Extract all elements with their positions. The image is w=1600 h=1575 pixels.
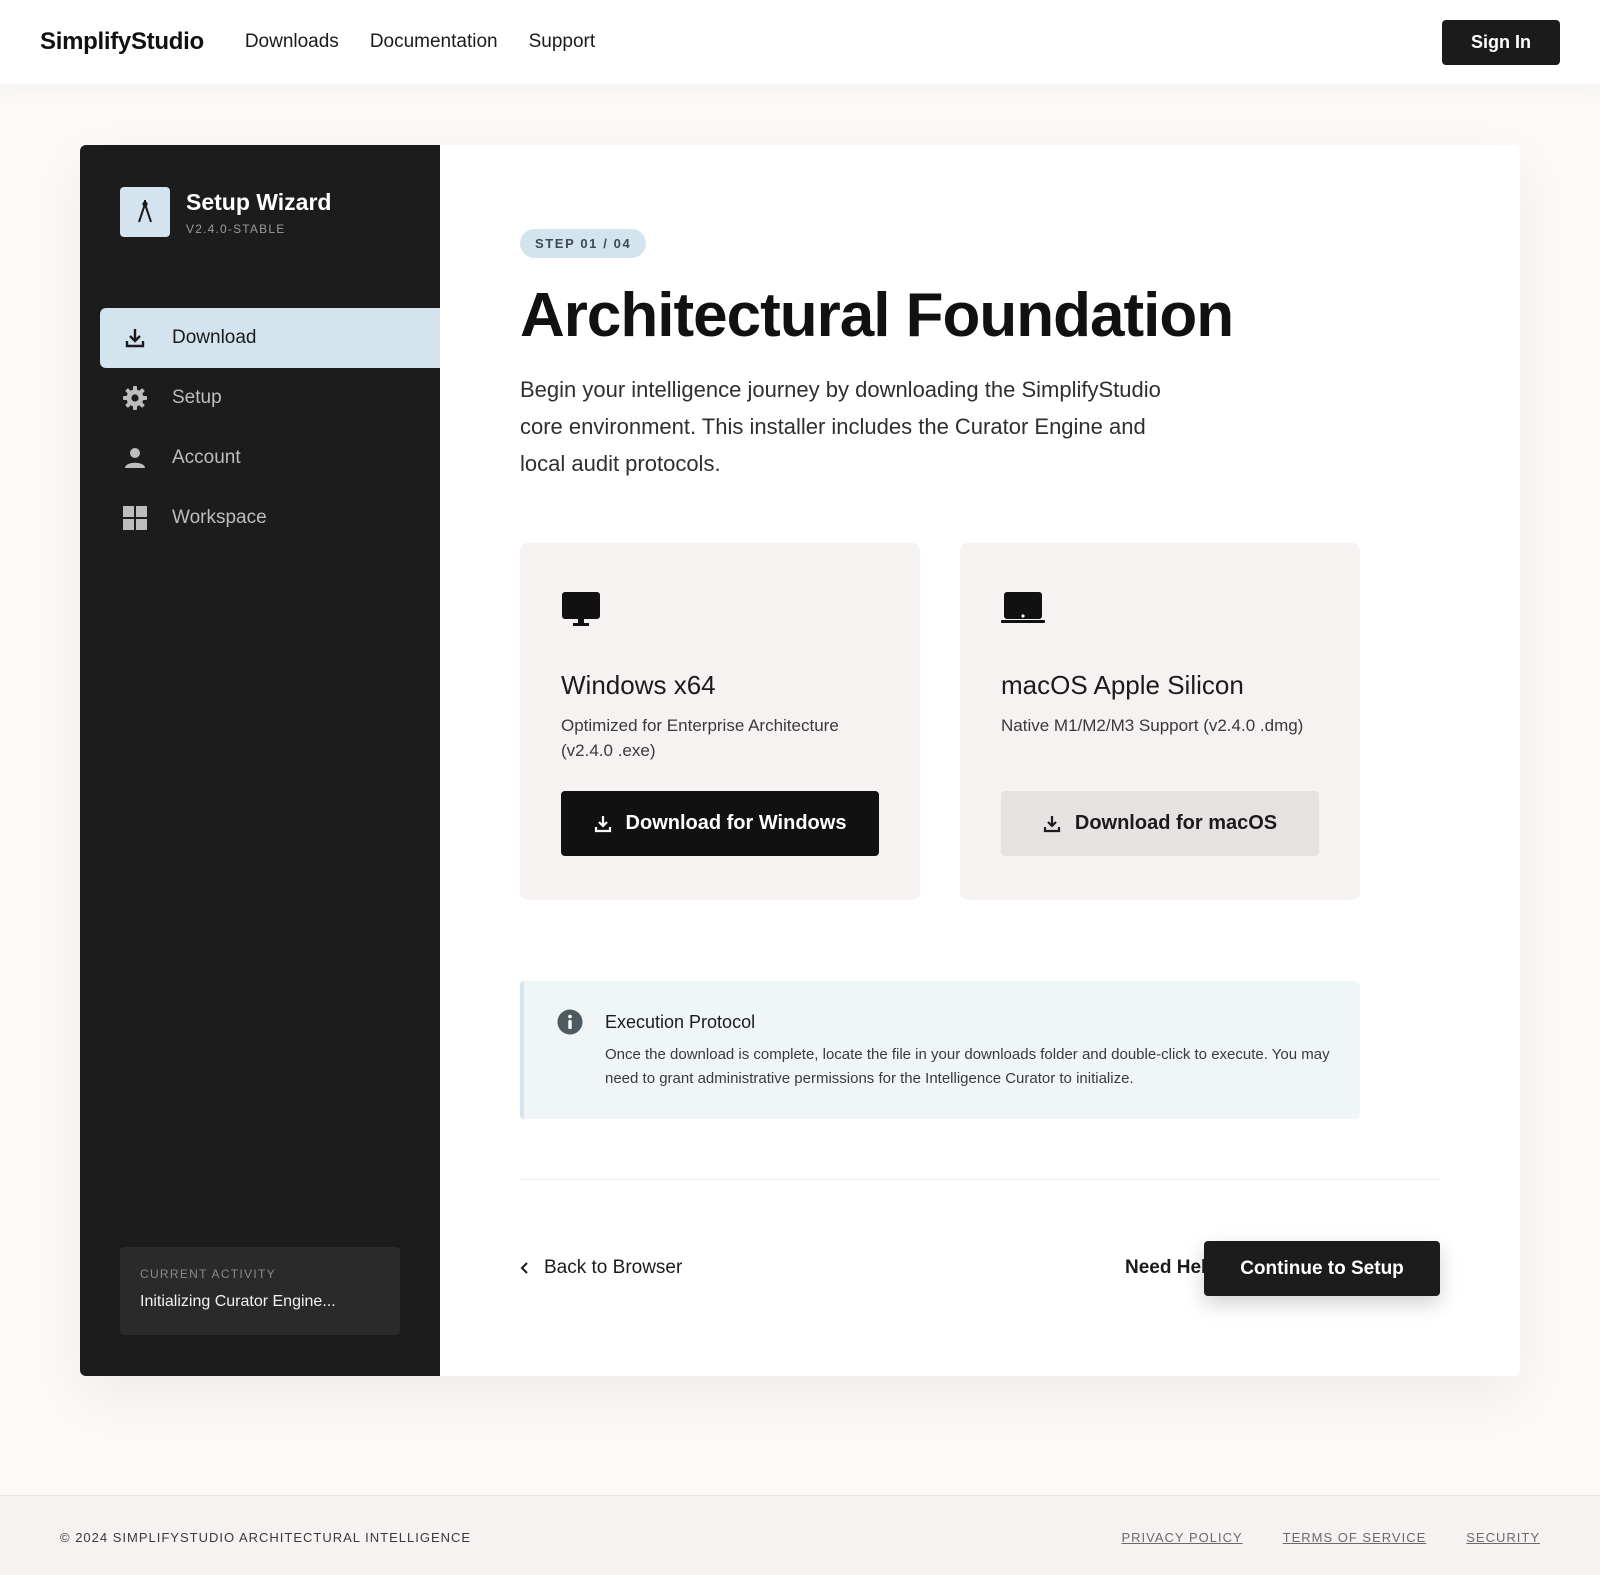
sidebar-item-account[interactable]: Account [100,428,440,488]
nav-link-documentation[interactable]: Documentation [370,31,498,53]
security-link[interactable]: SECURITY [1466,1530,1540,1545]
back-label: Back to Browser [544,1257,683,1278]
notice-title: Execution Protocol [605,1012,756,1032]
platform-description: Optimized for Enterprise Architecture (v… [561,716,839,760]
page-description: Begin your intelligence journey by downl… [520,377,1161,476]
chevron-left-icon [520,1261,530,1275]
sidebar-title: Setup Wizard [186,188,332,215]
sidebar-item-label: Account [172,447,241,468]
sidebar-item-workspace[interactable]: Workspace [100,488,440,548]
sidebar-item-label: Setup [172,387,222,408]
button-label: Download for macOS [1074,812,1278,834]
execution-protocol-notice: Execution Protocol Once the download is … [520,981,1360,1119]
compass-icon [120,187,170,237]
download-icon [594,815,612,833]
continue-to-setup-button[interactable]: Continue to Setup [1204,1241,1440,1296]
brand-logo[interactable]: SimplifyStudio [40,28,204,56]
platform-description: Native M1/M2/M3 Support (v2.4.0 .dmg) [1001,716,1304,735]
download-windows-button[interactable]: Download for Windows [561,791,879,856]
terms-of-service-link[interactable]: TERMS OF SERVICE [1283,1530,1427,1545]
platform-name: macOS Apple Silicon [1001,670,1244,700]
sidebar-item-download[interactable]: Download [100,308,440,368]
activity-status: Initializing Curator Engine... [140,1293,336,1310]
back-to-browser-button[interactable]: Back to Browser [520,1257,682,1279]
laptop-icon [1001,591,1045,630]
gear-icon [122,385,148,411]
activity-label: CURRENT ACTIVITY [140,1267,276,1281]
sign-in-button[interactable]: Sign In [1442,20,1560,65]
info-icon [557,1009,583,1040]
download-icon [122,325,148,351]
desktop-monitor-icon [561,591,601,632]
footer-links: PRIVACY POLICY TERMS OF SERVICE SECURITY [1121,1530,1540,1545]
top-nav-links: Downloads Documentation Support [245,31,595,53]
page-title: Architectural Foundation [520,281,1234,350]
wizard-card: Setup Wizard V2.4.0-STABLE Download Setu… [80,145,1520,1376]
sidebar-item-setup[interactable]: Setup [100,368,440,428]
person-icon [122,445,148,471]
macos-download-card: macOS Apple Silicon Native M1/M2/M3 Supp… [960,543,1360,900]
windows-download-card: Windows x64 Optimized for Enterprise Arc… [520,543,920,900]
sidebar-item-label: Workspace [172,507,267,528]
divider [520,1179,1440,1180]
page-footer: © 2024 SIMPLIFYSTUDIO ARCHITECTURAL INTE… [0,1495,1600,1575]
current-activity-panel: CURRENT ACTIVITY Initializing Curator En… [120,1247,400,1335]
step-badge: STEP 01 / 04 [520,229,647,258]
wizard-content: STEP 01 / 04 Architectural Foundation Be… [440,145,1520,1376]
sidebar-item-label: Download [172,327,257,348]
download-macos-button[interactable]: Download for macOS [1001,791,1319,856]
wizard-sidebar: Setup Wizard V2.4.0-STABLE Download Setu… [80,145,440,1376]
download-icon [1043,815,1061,833]
nav-link-support[interactable]: Support [529,31,596,53]
privacy-policy-link[interactable]: PRIVACY POLICY [1121,1530,1242,1545]
sidebar-version: V2.4.0-STABLE [186,221,286,236]
top-navbar: SimplifyStudio Downloads Documentation S… [0,0,1600,84]
button-label: Download for Windows [625,812,847,834]
grid-icon [122,505,148,531]
sidebar-header: Setup Wizard V2.4.0-STABLE [120,187,331,237]
notice-text: Once the download is complete, locate th… [605,1046,1330,1087]
copyright-text: © 2024 SIMPLIFYSTUDIO ARCHITECTURAL INTE… [60,1530,472,1545]
platform-name: Windows x64 [561,670,716,700]
wizard-steps-nav: Download Setup Account Workspace [100,308,440,548]
nav-link-downloads[interactable]: Downloads [245,31,339,53]
